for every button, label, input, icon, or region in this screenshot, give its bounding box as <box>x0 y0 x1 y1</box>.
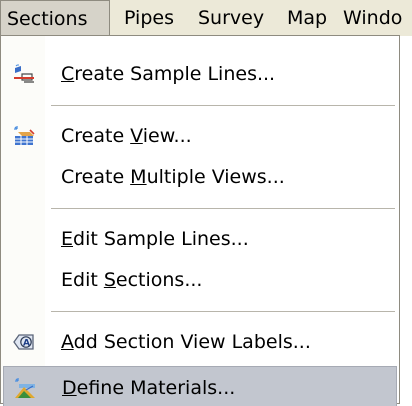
menu-map-label: Map <box>287 7 328 29</box>
materials-icon <box>13 376 37 400</box>
menu-separator <box>51 208 395 209</box>
menu-item-label: Create Sample Lines... <box>61 63 276 85</box>
svg-text:A: A <box>23 339 30 349</box>
menu-item-edit-sample-lines[interactable]: Edit Sample Lines... <box>3 218 397 260</box>
menu-map[interactable]: Map <box>287 0 327 36</box>
menu-item-label: Edit Sections... <box>61 269 203 291</box>
menu-survey-label: Survey <box>198 7 265 29</box>
menu-item-label: Edit Sample Lines... <box>61 228 249 250</box>
menu-item-create-sample-lines[interactable]: Create Sample Lines... <box>3 53 397 95</box>
screen: Sections Pipes Survey Map Windo Create S… <box>0 0 412 406</box>
menu-pipes[interactable]: Pipes <box>124 0 174 36</box>
menu-item-create-multiple-views[interactable]: Create Multiple Views... <box>3 156 397 198</box>
view-labels-icon: A <box>12 330 36 354</box>
sections-dropdown: Create Sample Lines... Create View... Cr… <box>0 35 400 406</box>
menu-item-label: Define Materials... <box>62 377 236 399</box>
menu-survey[interactable]: Survey <box>198 0 264 36</box>
menu-sections[interactable]: Sections <box>0 0 110 36</box>
menu-item-define-materials[interactable]: Define Materials... <box>3 366 397 406</box>
menu-pipes-label: Pipes <box>124 7 174 29</box>
menu-item-label: Create View... <box>61 125 192 147</box>
menu-item-label: Add Section View Labels... <box>61 331 311 353</box>
menu-sections-label: Sections <box>7 8 88 30</box>
menu-item-edit-sections[interactable]: Edit Sections... <box>3 259 397 301</box>
menu-item-add-section-view-labels[interactable]: A Add Section View Labels... <box>3 321 397 363</box>
sample-lines-icon <box>12 62 36 86</box>
menu-bar: Sections Pipes Survey Map Windo <box>0 0 412 36</box>
section-view-icon <box>12 124 36 148</box>
menu-separator <box>51 311 395 312</box>
menu-separator <box>51 105 395 106</box>
menu-window[interactable]: Windo <box>343 0 402 36</box>
menu-item-label: Create Multiple Views... <box>61 166 285 188</box>
menu-item-create-view[interactable]: Create View... <box>3 115 397 157</box>
menu-window-label: Windo <box>343 7 403 29</box>
